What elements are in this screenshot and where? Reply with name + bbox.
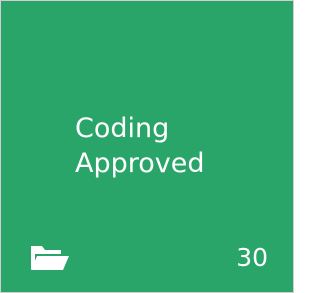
folder-open-icon: [29, 242, 69, 272]
tile-title-line-2: Approved: [75, 148, 205, 179]
tile-title: Coding Approved: [75, 111, 275, 181]
tile-title-line-1: Coding: [75, 113, 170, 144]
coding-approved-tile[interactable]: Coding Approved 30: [0, 0, 294, 293]
item-count: 30: [236, 243, 268, 272]
